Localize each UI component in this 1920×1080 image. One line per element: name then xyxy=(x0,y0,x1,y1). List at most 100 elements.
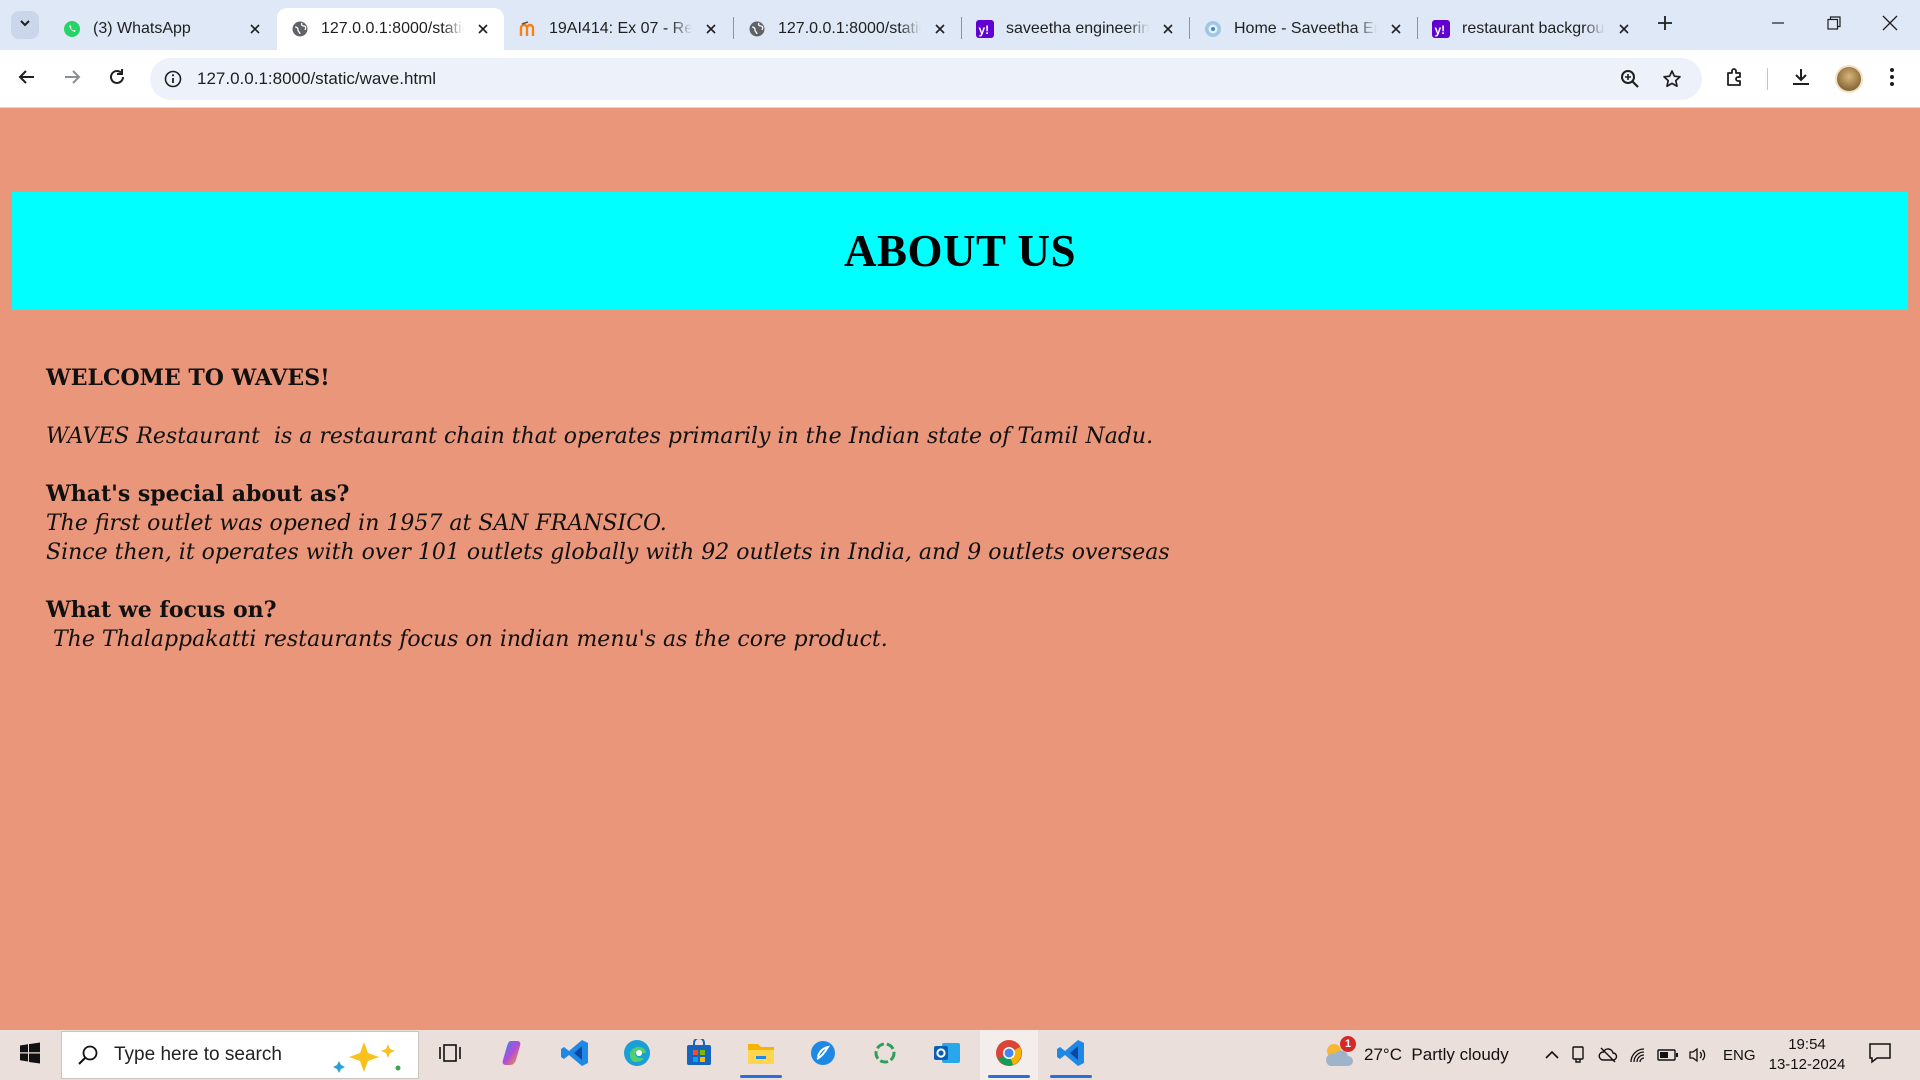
feather-icon xyxy=(809,1039,837,1072)
device-icon[interactable] xyxy=(1563,1046,1593,1064)
notification-center-button[interactable] xyxy=(1850,1030,1910,1080)
about-content: WELCOME TO WAVES! WAVES Restaurant is a … xyxy=(46,364,1170,654)
task-view-button[interactable] xyxy=(421,1030,479,1080)
tab-restaurant-exercise[interactable]: 19AI414: Ex 07 - Restaurant xyxy=(505,8,732,50)
feather-app[interactable] xyxy=(794,1030,852,1080)
url-text[interactable]: 127.0.0.1:8000/static/wave.html xyxy=(197,69,436,89)
cloud-off-icon[interactable] xyxy=(1593,1047,1623,1063)
tab-title: Home - Saveetha Engineering xyxy=(1234,20,1377,37)
clock-time: 19:54 xyxy=(1788,1036,1826,1053)
close-icon[interactable] xyxy=(1159,20,1177,38)
store-app[interactable] xyxy=(670,1030,728,1080)
wifi-icon[interactable] xyxy=(1623,1047,1653,1063)
close-icon[interactable] xyxy=(1615,20,1633,38)
menu-button[interactable] xyxy=(1876,63,1908,95)
outlook-app[interactable] xyxy=(918,1030,976,1080)
notification-icon xyxy=(1868,1042,1892,1069)
windows-taskbar: Type here to search 1 27°C Partly cloudy… xyxy=(0,1030,1920,1080)
minimize-icon xyxy=(1771,16,1785,35)
svg-text:y!: y! xyxy=(979,23,990,37)
forward-button[interactable] xyxy=(56,63,88,95)
battery-icon[interactable] xyxy=(1653,1049,1683,1061)
downloads-button[interactable] xyxy=(1785,63,1817,95)
extensions-button[interactable] xyxy=(1719,63,1751,95)
puzzle-icon xyxy=(1724,66,1746,93)
close-icon xyxy=(1882,15,1898,36)
loading-app[interactable] xyxy=(856,1030,914,1080)
close-icon[interactable] xyxy=(702,20,720,38)
outlook-icon xyxy=(932,1039,962,1072)
tab-saveetha-search[interactable]: y! saveetha engineering college xyxy=(962,8,1189,50)
more-vertical-icon xyxy=(1889,67,1895,92)
sparkle-icon xyxy=(330,1040,408,1079)
close-icon[interactable] xyxy=(1387,20,1405,38)
store-icon xyxy=(685,1036,713,1072)
restore-button[interactable] xyxy=(1806,0,1862,50)
svg-text:y!: y! xyxy=(1435,23,1446,37)
clock[interactable]: 19:54 13-12-2024 xyxy=(1762,1035,1852,1075)
bookmark-star-icon[interactable] xyxy=(1659,66,1685,92)
reload-icon xyxy=(107,67,127,92)
back-button[interactable] xyxy=(11,63,43,95)
weather-widget[interactable]: 1 27°C Partly cloudy xyxy=(1322,1030,1509,1080)
chrome-app[interactable] xyxy=(980,1030,1038,1080)
system-tray: ENG xyxy=(1541,1030,1756,1080)
intro-paragraph: WAVES Restaurant is a restaurant chain t… xyxy=(46,424,1154,449)
reload-button[interactable] xyxy=(101,63,133,95)
close-icon[interactable] xyxy=(246,20,264,38)
yahoo-icon: y! xyxy=(1432,20,1450,38)
browser-toolbar: 127.0.0.1:8000/static/wave.html xyxy=(0,50,1920,108)
weather-badge: 1 xyxy=(1340,1036,1356,1052)
start-button[interactable] xyxy=(0,1030,60,1080)
chrome-icon xyxy=(994,1038,1024,1073)
close-window-button[interactable] xyxy=(1862,0,1918,50)
vscode-app[interactable] xyxy=(546,1030,604,1080)
tab-whatsapp[interactable]: (3) WhatsApp xyxy=(49,8,276,50)
welcome-heading: WELCOME TO WAVES! xyxy=(46,365,330,391)
zoom-icon[interactable] xyxy=(1617,66,1643,92)
tab-static[interactable]: 127.0.0.1:8000/static/ xyxy=(734,8,961,50)
college-icon xyxy=(1204,20,1222,38)
task-view-icon xyxy=(438,1042,462,1069)
moodle-icon xyxy=(519,20,537,38)
weather-text: 27°C Partly cloudy xyxy=(1364,1045,1509,1064)
focus-line: The Thalappakatti restaurants focus on i… xyxy=(46,627,888,652)
globe-icon xyxy=(291,20,309,38)
toolbar-divider xyxy=(1767,68,1768,90)
minimize-button[interactable] xyxy=(1750,0,1806,50)
file-explorer-app[interactable] xyxy=(732,1030,790,1080)
address-bar[interactable]: 127.0.0.1:8000/static/wave.html xyxy=(150,58,1702,100)
language-indicator[interactable]: ENG xyxy=(1723,1047,1756,1064)
copilot-icon xyxy=(498,1038,528,1073)
web-page: ABOUT US WELCOME TO WAVES! WAVES Restaur… xyxy=(0,109,1920,1030)
chevron-up-icon[interactable] xyxy=(1541,1050,1563,1060)
tab-title: saveetha engineering college xyxy=(1006,20,1149,37)
tab-search-button[interactable] xyxy=(11,11,39,39)
globe-icon xyxy=(748,20,766,38)
copilot-app[interactable] xyxy=(484,1030,542,1080)
new-tab-button[interactable] xyxy=(1651,11,1679,39)
tab-restaurant-background[interactable]: y! restaurant background xyxy=(1418,8,1645,50)
site-info-icon[interactable] xyxy=(160,66,186,92)
tab-wave-html[interactable]: 127.0.0.1:8000/static/wave.html xyxy=(277,8,504,50)
ring-icon xyxy=(872,1040,898,1071)
chevron-down-icon xyxy=(18,16,32,35)
close-icon[interactable] xyxy=(474,20,492,38)
page-title: ABOUT US xyxy=(844,226,1076,276)
tab-saveetha-home[interactable]: Home - Saveetha Engineering xyxy=(1190,8,1417,50)
restore-icon xyxy=(1827,15,1841,35)
download-icon xyxy=(1790,66,1812,93)
weather-cloud-icon: 1 xyxy=(1322,1036,1356,1070)
search-icon xyxy=(76,1043,100,1067)
vscode-window[interactable] xyxy=(1042,1030,1100,1080)
special-line-2: Since then, it operates with over 101 ou… xyxy=(46,540,1170,565)
close-icon[interactable] xyxy=(931,20,949,38)
edge-app[interactable] xyxy=(608,1030,666,1080)
about-us-banner: ABOUT US xyxy=(12,192,1908,310)
special-line-1: The first outlet was opened in 1957 at S… xyxy=(46,511,667,536)
taskbar-search[interactable]: Type here to search xyxy=(61,1031,419,1079)
volume-icon[interactable] xyxy=(1683,1047,1713,1063)
special-heading: What's special about as? xyxy=(46,481,350,507)
profile-avatar[interactable] xyxy=(1835,65,1863,93)
search-placeholder: Type here to search xyxy=(114,1044,282,1065)
